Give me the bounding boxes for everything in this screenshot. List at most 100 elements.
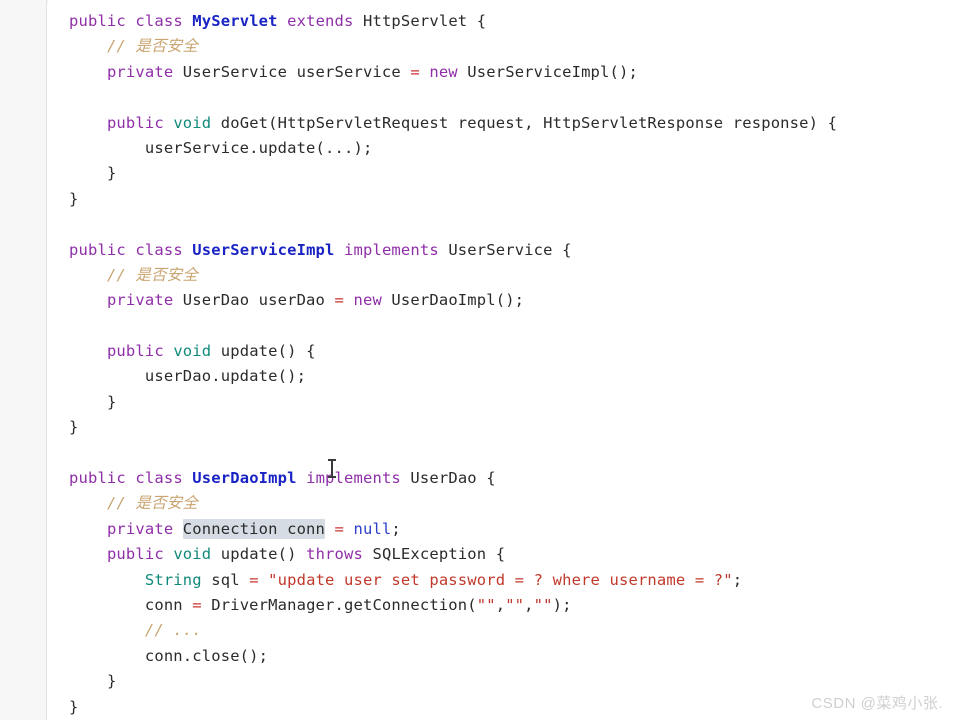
editor-gutter [0,0,47,720]
code-token: null [353,519,392,538]
code-line[interactable]: private UserDao userDao = new UserDaoImp… [48,288,957,313]
code-line[interactable]: conn = DriverManager.getConnection("",""… [48,593,957,618]
code-line[interactable] [48,212,957,237]
code-token: DriverManager.getConnection( [201,595,477,614]
code-line[interactable]: userDao.update(); [48,364,957,389]
code-editor-content[interactable]: public class MyServlet extends HttpServl… [48,0,957,720]
code-token: , [524,595,534,614]
code-line[interactable]: userService.update(...); [48,136,957,161]
code-token: public [106,545,164,564]
code-token: extends [287,12,354,30]
code-token: = [192,595,202,614]
code-token: } [69,189,79,208]
code-line[interactable]: } [48,187,957,212]
code-line[interactable]: public class MyServlet extends HttpServl… [48,9,957,34]
code-line[interactable]: public class UserServiceImpl implements … [48,238,957,263]
code-token: UserServiceImpl [192,240,335,259]
code-token: = [334,291,344,310]
code-line[interactable]: } [48,390,957,415]
code-line[interactable]: // 是否安全 [48,263,957,288]
code-token: update() [220,545,307,564]
code-line[interactable]: private UserService userService = new Us… [48,60,957,85]
code-token: void [173,545,212,564]
code-token: } [69,418,79,437]
code-line[interactable]: private Connection conn = null; [48,517,957,542]
code-line[interactable]: public void update() throws SQLException… [48,542,957,567]
code-token: private [106,62,174,81]
screenshot-root: public class MyServlet extends HttpServl… [0,0,957,720]
code-line[interactable]: public class UserDaoImpl implements User… [48,466,957,491]
code-token: public [69,240,126,259]
code-token: public [106,113,164,132]
code-token: // ... [144,621,202,640]
code-line[interactable]: } [48,415,957,440]
code-line[interactable]: public void update() { [48,339,957,364]
code-token: = [334,519,344,538]
code-token: update() { [220,342,316,361]
code-line[interactable]: } [48,669,957,694]
csdn-watermark: CSDN @菜鸡小张. [811,695,943,712]
code-token: public [106,342,164,361]
code-line[interactable]: } [48,161,957,186]
code-token: conn.close(); [144,646,269,665]
code-token: // 是否安全 [106,494,198,513]
code-token: userDao.update(); [144,367,307,386]
code-line[interactable]: String sql = "update user set password =… [48,568,957,593]
code-token: UserDao [410,469,477,488]
code-token: userService.update(...); [144,138,373,157]
code-token: "update user set password = ? where user… [268,570,733,589]
code-token: } [106,672,117,691]
code-token: UserServiceImpl(); [467,62,638,81]
code-line[interactable]: // 是否安全 [48,34,957,59]
code-token: void [173,342,212,361]
code-token: class [135,240,183,259]
code-token: , [495,595,506,614]
code-token: UserDao userDao [182,291,335,310]
code-token: private [106,291,174,310]
code-token: HttpServlet [362,12,468,30]
code-line[interactable]: conn.close(); [48,644,957,669]
code-token: ; [732,570,743,589]
code-token: SQLException { [372,545,506,564]
selected-code-token: Connection conn [182,518,326,539]
code-line[interactable]: // 是否安全 [48,491,957,516]
code-line[interactable] [48,85,957,110]
code-token: private [106,519,174,538]
code-line[interactable]: public void doGet(HttpServletRequest req… [48,111,957,136]
code-token: class [135,469,183,488]
code-line[interactable] [48,314,957,339]
code-token: UserDaoImpl(); [391,291,525,310]
code-line[interactable]: // ... [48,618,957,643]
code-token: void [173,113,212,132]
code-token: "" [533,595,553,614]
code-line[interactable] [48,441,957,466]
